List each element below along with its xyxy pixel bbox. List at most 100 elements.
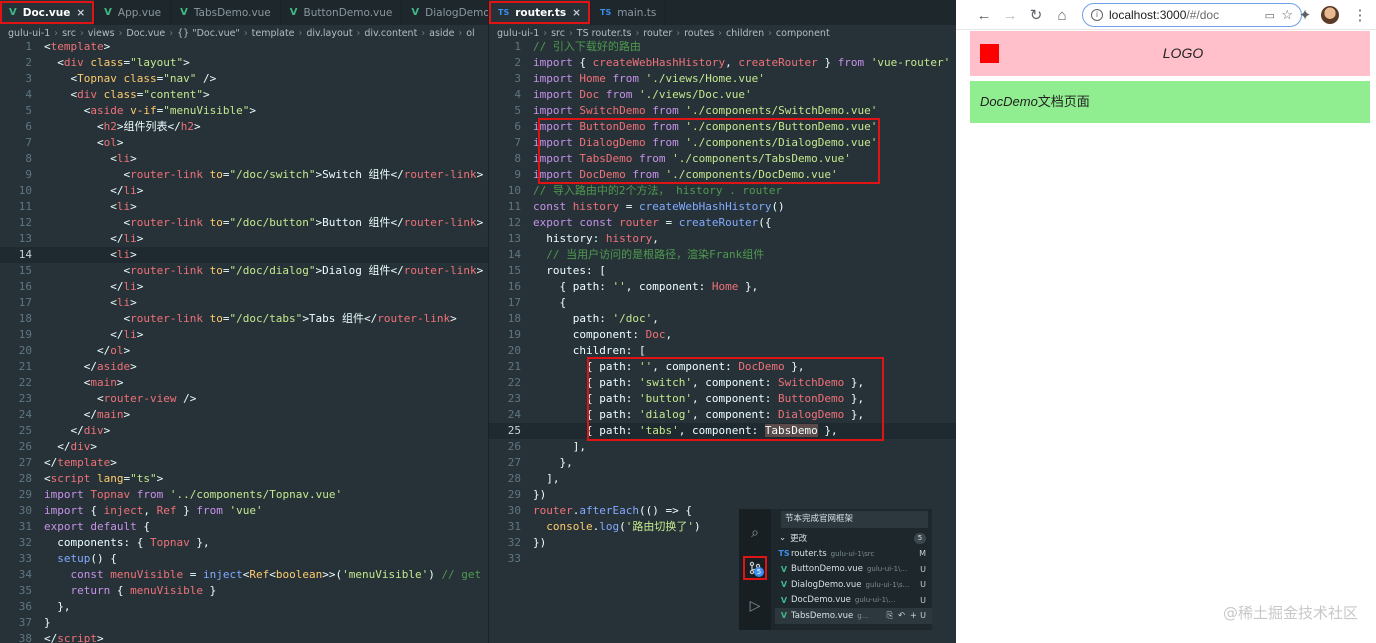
code-line[interactable]: 22 { path: 'switch', component: SwitchDe… bbox=[489, 375, 956, 391]
code-line[interactable]: 27 }, bbox=[489, 455, 956, 471]
code-line[interactable]: 27 </template> bbox=[0, 455, 488, 471]
tab-dialogdemo-vue[interactable]: V DialogDemo.vue bbox=[402, 0, 488, 25]
breadcrumb-item[interactable]: component bbox=[776, 28, 830, 39]
code-line[interactable]: 9 import DocDemo from './components/DocDe… bbox=[489, 167, 956, 183]
code-line[interactable]: 17 { bbox=[489, 295, 956, 311]
code-line[interactable]: 32 components: { Topnav }, bbox=[0, 535, 488, 551]
code-line[interactable]: 11 <li> bbox=[0, 199, 488, 215]
menu-icon[interactable]: ⋮ bbox=[1350, 4, 1370, 26]
code-line[interactable]: 11 const history = createWebHashHistory() bbox=[489, 199, 956, 215]
code-line[interactable]: 2 <div class="layout"> bbox=[0, 55, 488, 71]
code-line[interactable]: 12 export const router = createRouter({ bbox=[489, 215, 956, 231]
code-line[interactable]: 28 <script lang="ts"> bbox=[0, 471, 488, 487]
code-line[interactable]: 14 <li> bbox=[0, 247, 488, 263]
breadcrumb-item[interactable]: template bbox=[252, 28, 295, 39]
breadcrumb-item[interactable]: routes bbox=[684, 28, 714, 39]
code-line[interactable]: 6 <h2>组件列表</h2> bbox=[0, 119, 488, 135]
code-line[interactable]: 7 <ol> bbox=[0, 135, 488, 151]
code-line[interactable]: 37} bbox=[0, 615, 488, 631]
breadcrumb-item[interactable]: src bbox=[62, 28, 76, 39]
code-line[interactable]: 16 { path: '', component: Home }, bbox=[489, 279, 956, 295]
address-bar[interactable]: i localhost:3000/#/doc ▭ ☆ bbox=[1082, 3, 1302, 27]
code-line[interactable]: 23 <router-view /> bbox=[0, 391, 488, 407]
changed-file-item[interactable]: V DialogDemo.vue gulu-ui-1\s... U bbox=[775, 577, 932, 593]
code-line[interactable]: 15 <router-link to="/doc/dialog">Dialog … bbox=[0, 263, 488, 279]
code-line[interactable]: 10 </li> bbox=[0, 183, 488, 199]
code-line[interactable]: 15 routes: [ bbox=[489, 263, 956, 279]
changed-file-item[interactable]: V ButtonDemo.vue gulu-ui-1\... U bbox=[775, 562, 932, 578]
code-line[interactable]: 16 </li> bbox=[0, 279, 488, 295]
code-line[interactable]: 21 { path: '', component: DocDemo }, bbox=[489, 359, 956, 375]
code-line[interactable]: 25 { path: 'tabs', component: TabsDemo }… bbox=[489, 423, 956, 439]
file-actions[interactable]: ⎘ ↶ + bbox=[887, 611, 918, 621]
code-area[interactable]: 1 <template> 2 <div class="layout"> 3 <Topn… bbox=[0, 39, 488, 643]
breadcrumb-item[interactable]: children bbox=[726, 28, 764, 39]
code-line[interactable]: 10 // 导入路由中的2个方法， history . router bbox=[489, 183, 956, 199]
tab-tabsdemo-vue[interactable]: V TabsDemo.vue bbox=[171, 0, 281, 25]
commit-message-input[interactable]: 节本完成官网框架 bbox=[781, 511, 928, 528]
code-line[interactable]: 31 export default { bbox=[0, 519, 488, 535]
breadcrumb-item[interactable]: gulu-ui-1 bbox=[497, 28, 539, 39]
breadcrumb-item[interactable]: gulu-ui-1 bbox=[8, 28, 50, 39]
changed-file-item[interactable]: V TabsDemo.vue g... ⎘ ↶ + U bbox=[775, 608, 932, 624]
code-line[interactable]: 26 </div> bbox=[0, 439, 488, 455]
code-line[interactable]: 1 <template> bbox=[0, 39, 488, 55]
code-line[interactable]: 29 import Topnav from '../components/Topn… bbox=[0, 487, 488, 503]
home-icon[interactable]: ⌂ bbox=[1052, 4, 1072, 26]
changed-file-item[interactable]: TS router.ts gulu-ui-1\src M bbox=[775, 546, 932, 562]
doc-vue-editor[interactable]: V Doc.vue × V App.vue V TabsDemo.vue V ButtonDem… bbox=[0, 0, 488, 643]
code-line[interactable]: 30 import { inject, Ref } from 'vue' bbox=[0, 503, 488, 519]
code-line[interactable]: 7 import DialogDemo from './components/Di… bbox=[489, 135, 956, 151]
code-line[interactable]: 4 import Doc from './views/Doc.vue' bbox=[489, 87, 956, 103]
code-line[interactable]: 23 { path: 'button', component: ButtonDe… bbox=[489, 391, 956, 407]
code-line[interactable]: 12 <router-link to="/doc/button">Button … bbox=[0, 215, 488, 231]
source-control-icon[interactable]: 5 bbox=[743, 556, 767, 580]
reload-icon[interactable]: ↻ bbox=[1026, 4, 1046, 26]
code-line[interactable]: 24 </main> bbox=[0, 407, 488, 423]
tab-app-vue[interactable]: V App.vue bbox=[95, 0, 172, 25]
code-line[interactable]: 9 <router-link to="/doc/switch">Switch 组… bbox=[0, 167, 488, 183]
code-line[interactable]: 4 <div class="content"> bbox=[0, 87, 488, 103]
code-line[interactable]: 3 <Topnav class="nav" /> bbox=[0, 71, 488, 87]
code-line[interactable]: 24 { path: 'dialog', component: DialogDe… bbox=[489, 407, 956, 423]
breadcrumb-item[interactable]: router bbox=[643, 28, 672, 39]
code-line[interactable]: 19 component: Doc, bbox=[489, 327, 956, 343]
tab-router-ts[interactable]: TS router.ts × bbox=[489, 0, 591, 25]
site-info-icon[interactable]: i bbox=[1091, 9, 1103, 21]
code-line[interactable]: 22 <main> bbox=[0, 375, 488, 391]
changes-header[interactable]: ⌄ 更改 5 bbox=[775, 530, 932, 546]
code-line[interactable]: 18 <router-link to="/doc/tabs">Tabs 组件</… bbox=[0, 311, 488, 327]
code-line[interactable]: 8 <li> bbox=[0, 151, 488, 167]
code-line[interactable]: 17 <li> bbox=[0, 295, 488, 311]
changed-file-item[interactable]: VDocDemo.vuegulu-ui-1\src\... U bbox=[775, 593, 932, 609]
code-line[interactable]: 20 </ol> bbox=[0, 343, 488, 359]
code-line[interactable]: 8 import TabsDemo from './components/Tabs… bbox=[489, 151, 956, 167]
close-icon[interactable]: × bbox=[572, 7, 581, 19]
code-line[interactable]: 1 // 引入下载好的路由 bbox=[489, 39, 956, 55]
avatar[interactable] bbox=[1321, 6, 1339, 24]
code-line[interactable]: 21 </aside> bbox=[0, 359, 488, 375]
code-line[interactable]: 26 ], bbox=[489, 439, 956, 455]
code-area[interactable]: 1// 引入下载好的路由 2 import { createWebHashHisto… bbox=[489, 39, 956, 567]
breadcrumb-item[interactable]: div.content bbox=[364, 28, 417, 39]
code-line[interactable]: 13 history: history, bbox=[489, 231, 956, 247]
code-line[interactable]: 28 ], bbox=[489, 471, 956, 487]
code-line[interactable]: 6 import ButtonDemo from './components/Bu… bbox=[489, 119, 956, 135]
code-line[interactable]: 3 import Home from './views/Home.vue' bbox=[489, 71, 956, 87]
cast-icon[interactable]: ▭ bbox=[1265, 9, 1275, 22]
code-line[interactable]: 34 const menuVisible = inject<Ref<boolea… bbox=[0, 567, 488, 583]
breadcrumb-item[interactable]: Doc.vue bbox=[126, 28, 165, 39]
back-icon[interactable]: ← bbox=[974, 4, 994, 26]
code-line[interactable]: 38 </script> bbox=[0, 631, 488, 643]
tab-doc-vue[interactable]: V Doc.vue × bbox=[0, 0, 96, 25]
code-line[interactable]: 13 </li> bbox=[0, 231, 488, 247]
close-icon[interactable]: × bbox=[76, 7, 85, 19]
code-line[interactable]: 2 import { createWebHashHistory, createRo… bbox=[489, 55, 956, 71]
breadcrumb-item[interactable]: div.layout bbox=[306, 28, 352, 39]
code-line[interactable]: 25 </div> bbox=[0, 423, 488, 439]
code-line[interactable]: 5 <aside v-if="menuVisible"> bbox=[0, 103, 488, 119]
code-line[interactable]: 5 import SwitchDemo from './components/Sw… bbox=[489, 103, 956, 119]
breadcrumb-item[interactable]: ol bbox=[466, 28, 474, 39]
breadcrumb-item[interactable]: src bbox=[551, 28, 565, 39]
extensions-icon[interactable]: ✦ bbox=[1295, 4, 1315, 26]
